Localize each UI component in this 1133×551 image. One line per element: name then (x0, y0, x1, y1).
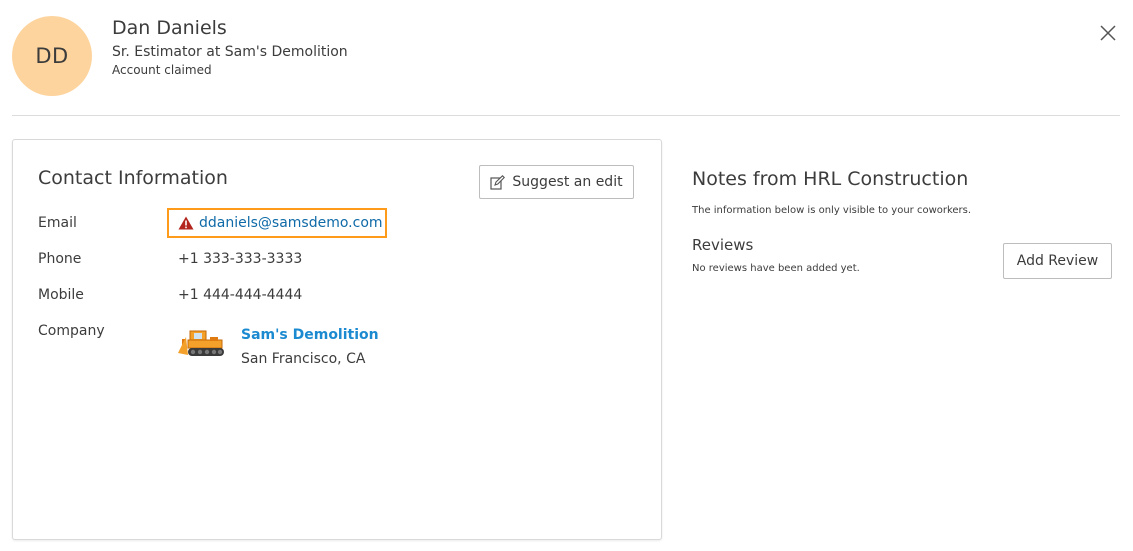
phone-label: Phone (38, 251, 82, 267)
company-location: San Francisco, CA (241, 351, 366, 367)
account-status: Account claimed (112, 63, 212, 77)
mobile-label: Mobile (38, 287, 84, 303)
bulldozer-icon (178, 330, 224, 356)
header-divider (12, 115, 1120, 116)
warning-icon (178, 216, 194, 230)
add-review-label: Add Review (1016, 253, 1099, 269)
email-link[interactable]: ddaniels@samsdemo.com (199, 215, 383, 231)
contact-heading: Contact Information (38, 167, 228, 189)
reviews-empty-text: No reviews have been added yet. (692, 263, 860, 274)
edit-icon (490, 174, 506, 190)
suggest-edit-label: Suggest an edit (512, 174, 623, 190)
profile-avatar: DD (12, 16, 92, 96)
profile-title: Sr. Estimator at Sam's Demolition (112, 44, 348, 60)
avatar-initials: DD (35, 44, 69, 68)
reviews-heading: Reviews (692, 236, 754, 254)
notes-subtitle: The information below is only visible to… (692, 205, 972, 216)
company-label: Company (38, 323, 105, 339)
contact-card: Contact Information Suggest an edit Emai… (12, 139, 662, 540)
notes-heading: Notes from HRL Construction (692, 168, 969, 190)
mobile-value: +1 444-444-4444 (178, 287, 303, 303)
company-name-link[interactable]: Sam's Demolition (241, 327, 379, 343)
add-review-button[interactable]: Add Review (1003, 243, 1112, 279)
profile-name: Dan Daniels (112, 17, 227, 39)
email-label: Email (38, 215, 77, 231)
phone-value: +1 333-333-3333 (178, 251, 303, 267)
close-button[interactable] (1097, 22, 1119, 44)
email-highlight: ddaniels@samsdemo.com (167, 208, 387, 238)
suggest-edit-button[interactable]: Suggest an edit (479, 165, 634, 199)
close-icon (1100, 25, 1116, 41)
